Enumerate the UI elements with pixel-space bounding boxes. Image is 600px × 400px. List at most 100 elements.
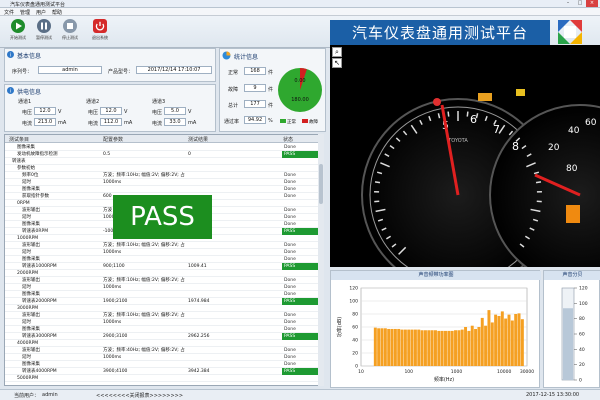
stop-test-button[interactable]: 停止测试 — [58, 19, 82, 46]
row-item-name: 参数初始 — [17, 166, 35, 171]
x-tick-label: 30000 — [520, 369, 534, 375]
table-row[interactable]: 波形输出 方波；频率:40Hz; 幅值:2V; 偏移:2V; 占 Done — [5, 347, 323, 354]
row-param: 方波；频率:10Hz; 幅值:2V; 偏移:2V; 占 — [103, 313, 185, 318]
table-row[interactable]: 图像采集 Done — [5, 144, 323, 151]
table-row[interactable]: 图像采集 Done — [5, 326, 323, 333]
table-row[interactable]: 频率0位 方波；频率:10Hz; 幅值:2V; 偏移:2V; 占 Done — [5, 172, 323, 179]
meter-tick-label: 40 — [579, 347, 585, 353]
row-item-name: 波形输出 — [22, 313, 40, 318]
tick-8: 8 — [512, 140, 519, 153]
spectrum-bar — [423, 330, 427, 366]
zoom-icon[interactable]: ⌕ — [332, 47, 342, 57]
table-row[interactable]: 2000RPM — [5, 270, 323, 277]
spectrum-bar — [430, 330, 434, 366]
row-item-name: 2000RPM — [17, 271, 39, 276]
row-status: Done — [284, 348, 296, 353]
table-row[interactable]: 延时 1000ms Done — [5, 179, 323, 186]
tick-80: 80 — [566, 164, 578, 174]
col-status[interactable]: 状态 — [283, 136, 293, 143]
table-row[interactable]: 延时 1000ms Done — [5, 354, 323, 361]
table-header: 测试条目 配置参数 测试结果 状态 — [5, 135, 323, 143]
spectrum-bar — [380, 328, 384, 366]
table-row[interactable]: 图像采集 Done — [5, 186, 323, 193]
maximize-button[interactable]: □ — [574, 0, 586, 7]
row-item-name: 转速表0RPM — [22, 229, 49, 234]
table-row[interactable]: 转速表1000RPM 900;1100 1009.41 PASS — [5, 263, 323, 270]
row-status: PASS — [282, 228, 322, 235]
scroll-thumb[interactable] — [319, 164, 323, 204]
serial-label: 序列号： — [12, 69, 33, 75]
meter-tick-label: 0 — [579, 378, 582, 384]
table-row[interactable]: 延时 1000ms Done — [5, 284, 323, 291]
start-test-button[interactable]: 开始测试 — [6, 19, 30, 46]
table-row[interactable]: 图像采集 Done — [5, 291, 323, 298]
table-row[interactable]: 参数初始 — [5, 165, 323, 172]
table-row[interactable]: 延时 1000ms Done — [5, 249, 323, 256]
spectrum-bar — [397, 328, 401, 366]
spectrum-bar — [454, 330, 458, 366]
spectrum-bar — [377, 328, 381, 366]
row-item-name: 4000RPM — [17, 341, 39, 346]
product-field[interactable]: 2017/12/14 17:10:07 — [136, 66, 212, 74]
spectrum-bar — [447, 330, 451, 366]
table-row[interactable]: 转速表2000RPM 1900;2100 1974.984 PASS — [5, 298, 323, 305]
menu-user[interactable]: 用户 — [36, 9, 46, 16]
ch2-current[interactable]: 112.0 — [100, 118, 122, 126]
row-status: Done — [284, 355, 296, 360]
exit-system-button[interactable]: 退出系统 — [88, 19, 112, 46]
col-item[interactable]: 测试条目 — [9, 136, 29, 143]
row-item-name: 发动机故障指示检测 — [17, 152, 58, 157]
ch1-voltage[interactable]: 12.0 — [34, 107, 56, 115]
col-param[interactable]: 配置参数 — [103, 136, 123, 143]
table-row[interactable]: 波形输出 方波；频率:10Hz; 幅值:2V; 偏移:2V; 占 Done — [5, 312, 323, 319]
row-item-name: 图像采集 — [22, 292, 40, 297]
meter-tick-label: 60 — [579, 332, 585, 338]
row-item-name: 图像采集 — [22, 327, 40, 332]
spectrum-bar — [373, 327, 377, 366]
table-row[interactable]: 延时 1000ms Done — [5, 319, 323, 326]
power-info-icon: i — [7, 87, 14, 94]
x-tick-label: 10000 — [497, 369, 511, 375]
row-param: 3900;4100 — [103, 369, 128, 374]
table-scrollbar[interactable] — [318, 134, 324, 386]
minimize-button[interactable]: – — [562, 0, 574, 7]
tach-tick — [535, 181, 542, 184]
ch1-current[interactable]: 213.0 — [34, 118, 56, 126]
table-row[interactable]: 发动机故障指示检测 0.5 0 PASS — [5, 151, 323, 158]
menu-manage[interactable]: 管理 — [20, 9, 30, 16]
decibel-meter: 0 20 40 60 80 100 120 — [561, 286, 588, 384]
menu-file[interactable]: 文件 — [4, 9, 14, 16]
spectrum-bar — [400, 329, 404, 366]
table-row[interactable]: 5000RPM — [5, 375, 323, 382]
ch2-voltage[interactable]: 12.0 — [100, 107, 122, 115]
ch1-i-label: 电流 — [22, 121, 33, 127]
pause-test-button[interactable]: 暂停测试 — [32, 19, 56, 46]
row-status: PASS — [282, 151, 322, 158]
table-row[interactable]: 转速表 — [5, 158, 323, 165]
table-row[interactable]: 波形输出 方波；频率:10Hz; 幅值:2V; 偏移:2V; 占 Done — [5, 242, 323, 249]
table-row[interactable]: 图像采集 Done — [5, 361, 323, 368]
close-button[interactable]: × — [586, 0, 598, 7]
table-row[interactable]: 图像采集 Done — [5, 256, 323, 263]
cursor-icon[interactable]: ↖ — [332, 58, 342, 68]
col-result[interactable]: 测试结果 — [188, 136, 208, 143]
row-status: Done — [284, 222, 296, 227]
ch3-voltage[interactable]: 5.0 — [164, 107, 186, 115]
user-label: 当前用户： — [14, 393, 40, 399]
table-row[interactable]: 转速表4000RPM 3900;4100 3942.384 PASS — [5, 368, 323, 375]
table-row[interactable]: 3000RPM — [5, 305, 323, 312]
x-tick-label: 10 — [358, 369, 364, 375]
menu-help[interactable]: 帮助 — [52, 9, 62, 16]
table-row[interactable]: 4000RPM — [5, 340, 323, 347]
row-item-name: 获取指针参数 — [22, 194, 49, 199]
status-message: <<<<<<<<关闭报表>>>>>>>> — [96, 393, 184, 399]
spectrum-bar — [457, 330, 461, 366]
ch3-current[interactable]: 33.0 — [164, 118, 186, 126]
spectrum-bar — [460, 329, 464, 366]
y-tick-label: 120 — [349, 286, 358, 292]
serial-field[interactable]: admin — [38, 66, 102, 74]
test-table: 测试条目 配置参数 测试结果 状态 图像采集 Done 发动机故障指示检测 0.5 0 P… — [4, 134, 324, 386]
table-row[interactable]: 转速表3000RPM 2900;3100 2962.256 PASS — [5, 333, 323, 340]
table-row[interactable]: 波形输出 方波；频率:10Hz; 幅值:2V; 偏移:2V; 占 Done — [5, 277, 323, 284]
tick-6: 6 — [470, 113, 477, 126]
